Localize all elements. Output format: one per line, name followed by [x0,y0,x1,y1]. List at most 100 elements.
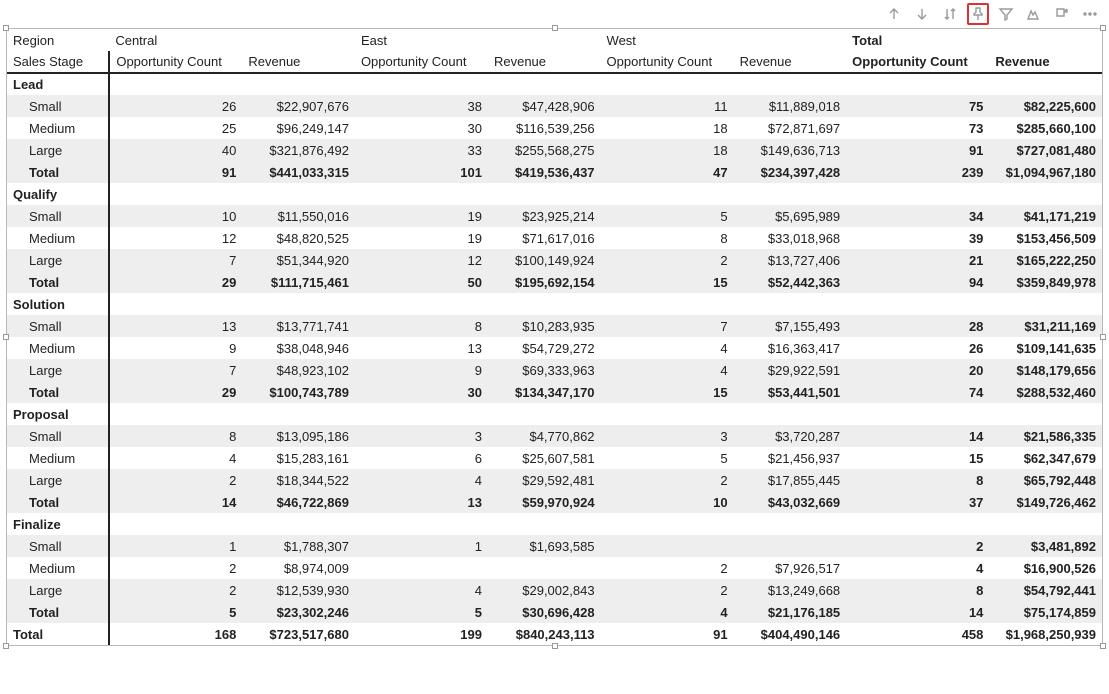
data-cell: 14 [846,425,989,447]
resize-handle[interactable] [552,25,558,31]
pin-icon[interactable] [967,3,989,25]
sort-icon[interactable] [939,3,961,25]
column-region-east[interactable]: East [355,29,601,51]
data-cell: $15,283,161 [242,447,355,469]
empty-cell [734,513,847,535]
filter-icon[interactable] [995,3,1017,25]
row-proposal-medium[interactable]: Medium [7,447,109,469]
subtotal-cell: 239 [846,161,989,183]
data-cell: $51,344,920 [242,249,355,271]
row-qualify-medium[interactable]: Medium [7,227,109,249]
visual-toolbar [0,0,1109,28]
arrow-down-icon[interactable] [911,3,933,25]
subtotal-cell: $100,743,789 [242,381,355,403]
subtotal-cell: $59,970,924 [488,491,601,513]
subtotal-lead[interactable]: Total [7,161,109,183]
subtotal-cell: $134,347,170 [488,381,601,403]
data-cell: $23,925,214 [488,205,601,227]
column-header-revenue[interactable]: Revenue [734,51,847,73]
empty-cell [846,73,989,95]
data-cell: 4 [601,337,734,359]
row-solution-medium[interactable]: Medium [7,337,109,359]
column-header-revenue[interactable]: Revenue [989,51,1102,73]
empty-cell [846,183,989,205]
data-cell: $12,539,930 [242,579,355,601]
empty-cell [488,513,601,535]
grand-total-row[interactable]: Total [7,623,109,645]
empty-cell [488,183,601,205]
data-cell: 30 [355,117,488,139]
data-cell: 91 [846,139,989,161]
stage-qualify[interactable]: Qualify [7,183,109,205]
subtotal-qualify[interactable]: Total [7,271,109,293]
matrix-visual[interactable]: RegionCentralEastWestTotalSales StageOpp… [6,28,1103,646]
stage-finalize[interactable]: Finalize [7,513,109,535]
grand-total-cell: $1,968,250,939 [989,623,1102,645]
data-cell: 2 [109,469,242,491]
row-finalize-medium[interactable]: Medium [7,557,109,579]
row-proposal-large[interactable]: Large [7,469,109,491]
subtotal-cell: 14 [846,601,989,623]
data-cell: 2 [109,579,242,601]
empty-cell [242,183,355,205]
column-header-oc[interactable]: Opportunity Count [846,51,989,73]
resize-handle[interactable] [1100,334,1106,340]
empty-cell [242,73,355,95]
stage-solution[interactable]: Solution [7,293,109,315]
resize-handle[interactable] [1100,25,1106,31]
subtotal-solution[interactable]: Total [7,381,109,403]
row-proposal-small[interactable]: Small [7,425,109,447]
subtotal-cell: $419,536,437 [488,161,601,183]
more-options-icon[interactable] [1079,3,1101,25]
resize-handle[interactable] [3,643,9,649]
data-cell: 13 [109,315,242,337]
subtotal-cell: 15 [601,271,734,293]
data-cell: 9 [109,337,242,359]
column-region-total[interactable]: Total [846,29,1102,51]
stage-lead[interactable]: Lead [7,73,109,95]
row-lead-small[interactable]: Small [7,95,109,117]
data-cell: $285,660,100 [989,117,1102,139]
resize-handle[interactable] [1100,643,1106,649]
row-solution-small[interactable]: Small [7,315,109,337]
data-cell: $153,456,509 [989,227,1102,249]
column-region-west[interactable]: West [601,29,847,51]
row-finalize-small[interactable]: Small [7,535,109,557]
empty-cell [242,403,355,425]
subtotal-proposal[interactable]: Total [7,491,109,513]
stage-proposal[interactable]: Proposal [7,403,109,425]
row-finalize-large[interactable]: Large [7,579,109,601]
data-cell: $13,095,186 [242,425,355,447]
arrow-up-icon[interactable] [883,3,905,25]
row-solution-large[interactable]: Large [7,359,109,381]
subtotal-cell: 5 [355,601,488,623]
column-header-revenue[interactable]: Revenue [242,51,355,73]
resize-handle[interactable] [552,643,558,649]
subtotal-cell: 5 [109,601,242,623]
data-cell: 4 [601,359,734,381]
focus-mode-icon[interactable] [1023,3,1045,25]
resize-handle[interactable] [3,25,9,31]
data-cell: 40 [109,139,242,161]
empty-cell [989,513,1102,535]
column-region-central[interactable]: Central [109,29,355,51]
row-qualify-large[interactable]: Large [7,249,109,271]
data-cell: $82,225,600 [989,95,1102,117]
data-cell: 15 [846,447,989,469]
export-icon[interactable] [1051,3,1073,25]
empty-cell [734,293,847,315]
subtotal-cell: $195,692,154 [488,271,601,293]
subtotal-cell: 94 [846,271,989,293]
empty-cell [355,183,488,205]
subtotal-cell: 74 [846,381,989,403]
data-cell: $65,792,448 [989,469,1102,491]
column-header-oc[interactable]: Opportunity Count [109,51,242,73]
resize-handle[interactable] [3,334,9,340]
row-lead-large[interactable]: Large [7,139,109,161]
column-header-oc[interactable]: Opportunity Count [601,51,734,73]
row-qualify-small[interactable]: Small [7,205,109,227]
column-header-oc[interactable]: Opportunity Count [355,51,488,73]
row-lead-medium[interactable]: Medium [7,117,109,139]
subtotal-finalize[interactable]: Total [7,601,109,623]
column-header-revenue[interactable]: Revenue [488,51,601,73]
